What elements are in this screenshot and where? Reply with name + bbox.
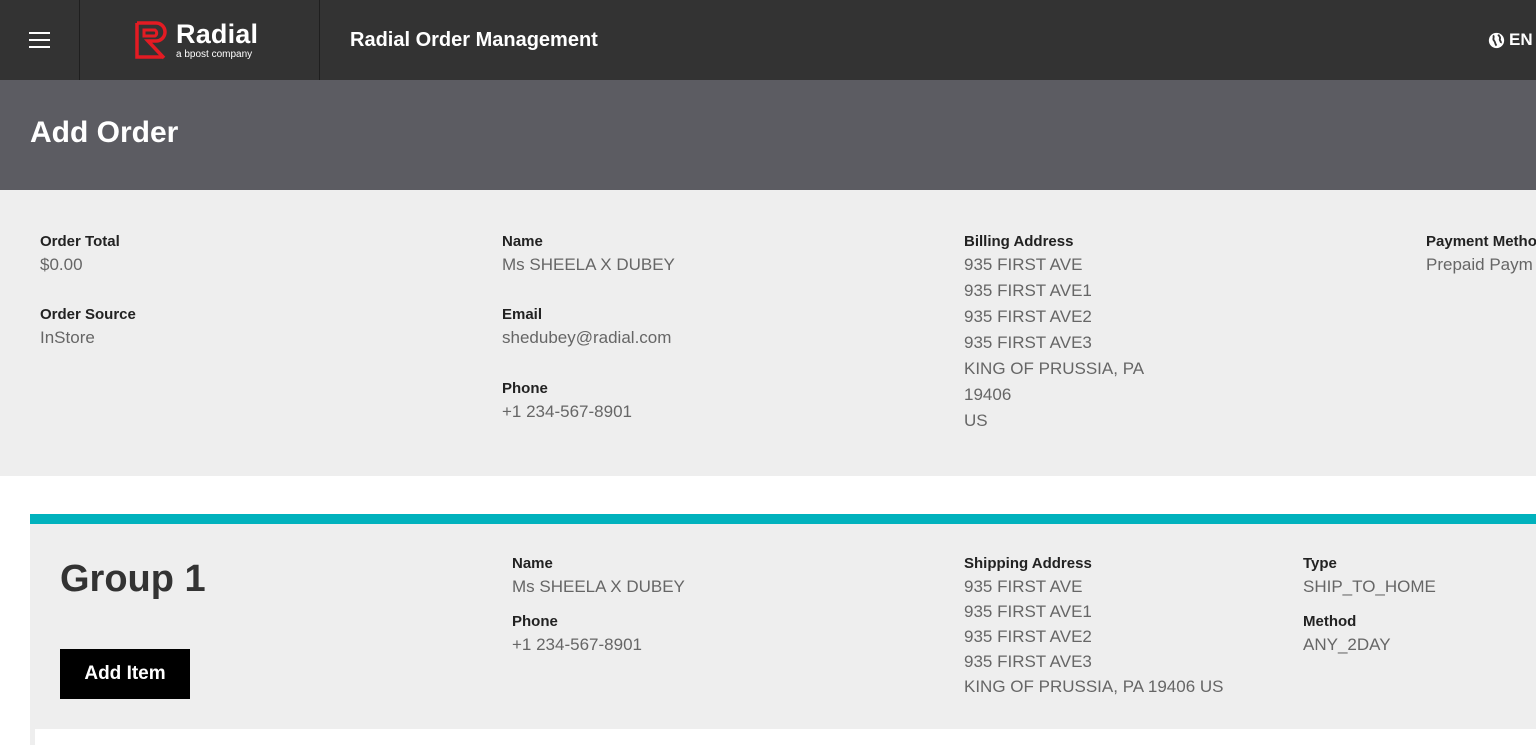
billing-address-line: US [964,411,988,430]
customer-email-field: Email shedubey@radial.com [502,305,671,351]
order-total-field: Order Total $0.00 [40,232,120,278]
customer-phone-value: +1 234-567-8901 [502,402,632,421]
group-accent-bar [30,514,1536,524]
menu-button[interactable] [0,0,80,80]
order-source-field: Order Source InStore [40,305,136,351]
customer-email-value: shedubey@radial.com [502,328,672,347]
shipping-method-label: Method [1303,613,1357,630]
billing-address-label: Billing Address [964,233,1074,250]
billing-address-field: Billing Address 935 FIRST AVE 935 FIRST … [964,232,1144,434]
customer-phone-label: Phone [502,380,548,397]
shipping-type-label: Type [1303,555,1337,572]
shipping-address-field: Shipping Address 935 FIRST AVE 935 FIRST… [964,554,1224,699]
customer-name-value: Ms SHEELA X DUBEY [502,255,675,274]
customer-name-field: Name Ms SHEELA X DUBEY [502,232,675,278]
shipping-method-field: Method ANY_2DAY [1303,612,1391,657]
shipping-address-line: 935 FIRST AVE3 [964,652,1092,671]
customer-name-label: Name [502,233,543,250]
group-title: Group 1 [60,558,206,600]
order-source-value: InStore [40,328,95,347]
shipping-group: Group 1 Add Item Name Ms SHEELA X DUBEY … [30,524,1536,729]
payment-method-field: Payment Metho Prepaid Paym [1426,232,1536,278]
payment-method-value: Prepaid Paym [1426,255,1533,274]
billing-address-line: 935 FIRST AVE3 [964,333,1092,352]
billing-address-line: 935 FIRST AVE1 [964,281,1092,300]
customer-phone-field: Phone +1 234-567-8901 [502,379,632,425]
page-header: Add Order [0,80,1536,190]
logo-word: Radial [176,18,259,49]
order-total-label: Order Total [40,233,120,250]
globe-icon [1488,32,1505,48]
add-item-button[interactable]: Add Item [60,649,190,699]
radial-logo[interactable]: Radial a bpost company [80,0,320,80]
group-name-field: Name Ms SHEELA X DUBEY [512,554,685,599]
logo-text: Radial a bpost company [176,18,259,60]
page-title: Add Order [30,116,179,149]
language-selector[interactable]: EN [1488,0,1536,80]
hamburger-icon [29,32,50,48]
group-phone-value: +1 234-567-8901 [512,635,642,654]
logo-tagline: a bpost company [176,48,253,60]
shipping-address-line: 935 FIRST AVE2 [964,627,1092,646]
group-items-area [35,729,1536,745]
shipping-type-value: SHIP_TO_HOME [1303,577,1436,596]
payment-method-label: Payment Metho [1426,233,1536,250]
app-title: Radial Order Management [350,28,598,51]
language-label: EN [1509,30,1533,49]
billing-address-line: 19406 [964,385,1012,404]
shipping-type-field: Type SHIP_TO_HOME [1303,554,1436,599]
group-phone-label: Phone [512,613,558,630]
shipping-address-line: 935 FIRST AVE [964,577,1083,596]
shipping-method-value: ANY_2DAY [1303,635,1391,654]
shipping-address-line: KING OF PRUSSIA, PA 19406 US [964,677,1224,696]
top-navigation-bar: Radial a bpost company Radial Order Mana… [0,0,1536,80]
billing-address-line: 935 FIRST AVE [964,255,1083,274]
order-total-value: $0.00 [40,255,83,274]
order-source-label: Order Source [40,306,136,323]
order-summary: Order Total $0.00 Order Source InStore N… [0,190,1536,476]
group-name-value: Ms SHEELA X DUBEY [512,577,685,596]
radial-logo-mark-icon [135,21,167,60]
billing-address-line: 935 FIRST AVE2 [964,307,1092,326]
shipping-address-line: 935 FIRST AVE1 [964,602,1092,621]
shipping-address-label: Shipping Address [964,555,1092,572]
group-name-label: Name [512,555,553,572]
customer-email-label: Email [502,306,543,323]
billing-address-line: KING OF PRUSSIA, PA [964,359,1145,378]
group-phone-field: Phone +1 234-567-8901 [512,612,642,657]
